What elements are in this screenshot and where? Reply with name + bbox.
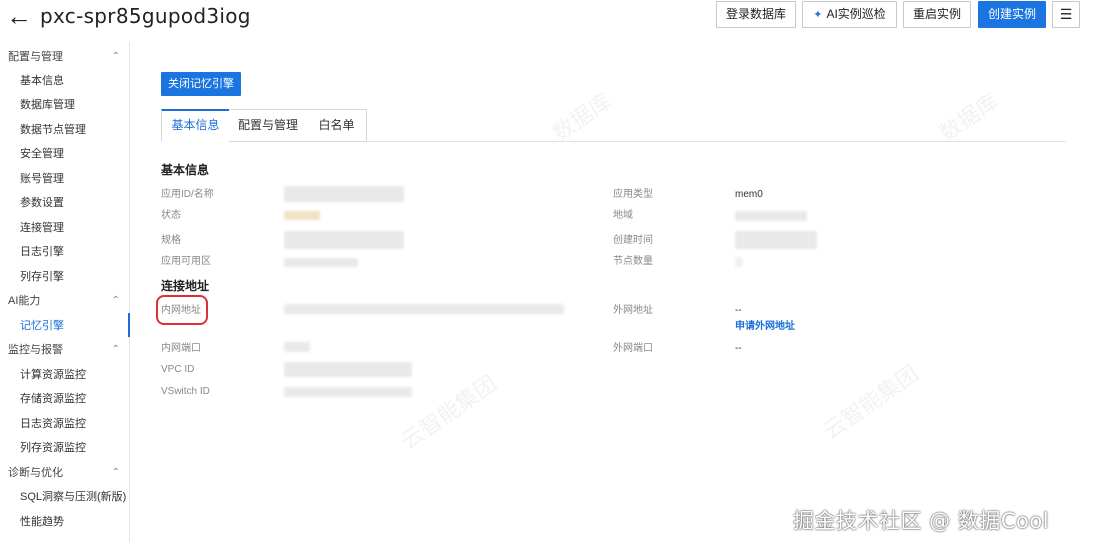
sidebar-item-column-monitor[interactable]: 列存资源监控 bbox=[20, 439, 128, 457]
ai-patrol-button[interactable]: ✦ AI实例巡检 bbox=[802, 1, 897, 28]
sidebar-item-security[interactable]: 安全管理 bbox=[20, 145, 128, 163]
sidebar-group-config[interactable]: 配置与管理 ⌃ bbox=[8, 48, 122, 66]
spec-value-redacted bbox=[284, 231, 404, 249]
tab-whitelist[interactable]: 白名单 bbox=[307, 109, 367, 142]
sidebar-item-basic-info[interactable]: 基本信息 bbox=[20, 72, 128, 90]
sidebar-group-label: 配置与管理 bbox=[8, 51, 63, 63]
app-id-label: 应用ID/名称 bbox=[161, 189, 214, 200]
internal-address-label: 内网地址 bbox=[161, 305, 201, 316]
spec-label: 规格 bbox=[161, 235, 181, 246]
vswitch-id-value-redacted bbox=[284, 387, 412, 397]
page-header: ← pxc-spr85gupod3iog 登录数据库 ✦ AI实例巡检 重启实例 … bbox=[0, 0, 1098, 36]
sidebar-item-connection[interactable]: 连接管理 bbox=[20, 219, 128, 237]
vpc-id-label: VPC ID bbox=[161, 364, 195, 375]
sidebar-item-sql-insight[interactable]: SQL洞察与压测(新版) bbox=[20, 488, 128, 506]
sidebar-item-storage-monitor[interactable]: 存储资源监控 bbox=[20, 390, 128, 408]
app-type-value: mem0 bbox=[735, 189, 763, 200]
back-arrow-icon[interactable]: ← bbox=[6, 3, 32, 29]
restart-instance-button[interactable]: 重启实例 bbox=[903, 1, 971, 28]
sidebar-item-performance[interactable]: 性能趋势 bbox=[20, 513, 128, 531]
chevron-up-icon: ⌃ bbox=[111, 344, 120, 355]
region-label: 地域 bbox=[613, 210, 633, 221]
tab-divider bbox=[366, 141, 1066, 142]
chevron-up-icon: ⌃ bbox=[111, 467, 120, 478]
sidebar-item-compute-monitor[interactable]: 计算资源监控 bbox=[20, 366, 128, 384]
internal-address-value-redacted bbox=[284, 304, 564, 314]
status-value-redacted bbox=[284, 211, 320, 220]
sidebar-item-data-node[interactable]: 数据节点管理 bbox=[20, 121, 128, 139]
sidebar-item-db-management[interactable]: 数据库管理 bbox=[20, 96, 128, 114]
vswitch-id-label: VSwitch ID bbox=[161, 386, 210, 397]
sidebar-group-label: 诊断与优化 bbox=[8, 467, 63, 479]
node-count-label: 节点数量 bbox=[613, 256, 653, 267]
internal-port-label: 内网端口 bbox=[161, 343, 201, 354]
tab-config[interactable]: 配置与管理 bbox=[229, 109, 308, 142]
tab-basic-info[interactable]: 基本信息 bbox=[161, 109, 230, 142]
basic-info-title: 基本信息 bbox=[161, 163, 210, 177]
ai-sparkle-icon: ✦ bbox=[813, 9, 823, 21]
create-instance-button[interactable]: 创建实例 bbox=[978, 1, 1046, 28]
sidebar-item-log-monitor[interactable]: 日志资源监控 bbox=[20, 415, 128, 433]
apply-external-address-link[interactable]: 申请外网地址 bbox=[735, 320, 795, 333]
page-title: pxc-spr85gupod3iog bbox=[40, 4, 251, 28]
sidebar-group-diagnosis[interactable]: 诊断与优化 ⌃ bbox=[8, 464, 122, 482]
zone-label: 应用可用区 bbox=[161, 256, 211, 267]
login-database-button[interactable]: 登录数据库 bbox=[716, 1, 796, 28]
created-time-label: 创建时间 bbox=[613, 235, 653, 246]
external-port-label: 外网端口 bbox=[613, 343, 653, 354]
node-count-value-redacted bbox=[735, 257, 743, 267]
sidebar-group-ai[interactable]: AI能力 ⌃ bbox=[8, 292, 122, 310]
internal-port-value-redacted bbox=[284, 342, 310, 352]
hamburger-menu-icon[interactable]: ☰ bbox=[1052, 1, 1080, 28]
chevron-up-icon: ⌃ bbox=[111, 295, 120, 306]
sidebar-group-label: AI能力 bbox=[8, 295, 41, 307]
sidebar: 配置与管理 ⌃ 基本信息 数据库管理 数据节点管理 安全管理 账号管理 参数设置… bbox=[0, 42, 130, 542]
sidebar-item-params[interactable]: 参数设置 bbox=[20, 194, 128, 212]
created-time-value-redacted bbox=[735, 231, 817, 249]
sidebar-item-column-engine[interactable]: 列存引擎 bbox=[20, 268, 128, 286]
ai-patrol-label: AI实例巡检 bbox=[826, 7, 886, 21]
sidebar-group-label: 监控与报警 bbox=[8, 344, 63, 356]
sidebar-group-monitoring[interactable]: 监控与报警 ⌃ bbox=[8, 341, 122, 359]
chevron-up-icon: ⌃ bbox=[111, 51, 120, 62]
app-type-label: 应用类型 bbox=[613, 189, 653, 200]
status-label: 状态 bbox=[161, 210, 181, 221]
vpc-id-value-redacted bbox=[284, 362, 412, 377]
connection-title: 连接地址 bbox=[161, 279, 210, 293]
sidebar-item-log-engine[interactable]: 日志引擎 bbox=[20, 243, 128, 261]
external-port-value: -- bbox=[735, 343, 742, 354]
close-memory-engine-button[interactable]: 关闭记忆引擎 bbox=[161, 72, 241, 96]
region-value-redacted bbox=[735, 211, 807, 221]
external-address-label: 外网地址 bbox=[613, 305, 653, 316]
zone-value-redacted bbox=[284, 258, 358, 267]
sidebar-item-accounts[interactable]: 账号管理 bbox=[20, 170, 128, 188]
app-id-value-redacted bbox=[284, 186, 404, 202]
external-address-value: -- bbox=[735, 305, 742, 316]
sidebar-item-memory-engine[interactable]: 记忆引擎 bbox=[20, 317, 128, 335]
footer-watermark: 掘金技术社区 @ 数据Cool bbox=[793, 509, 1050, 533]
